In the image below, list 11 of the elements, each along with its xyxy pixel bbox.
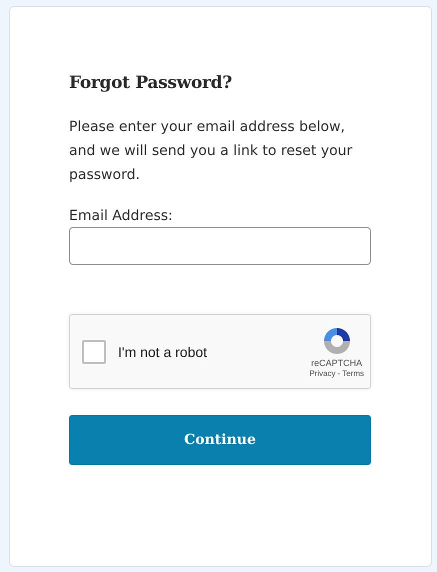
captcha-label: I'm not a robot bbox=[118, 344, 208, 360]
link-separator: - bbox=[338, 369, 340, 378]
page-title: Forgot Password? bbox=[69, 73, 233, 93]
continue-button[interactable]: Continue bbox=[69, 415, 371, 465]
captcha-brand: reCAPTCHA bbox=[311, 358, 362, 368]
email-field[interactable] bbox=[69, 227, 371, 265]
terms-link[interactable]: Terms bbox=[342, 369, 364, 378]
captcha-checkbox[interactable] bbox=[82, 340, 106, 364]
privacy-link[interactable]: Privacy bbox=[309, 369, 336, 378]
email-label: Email Address: bbox=[69, 207, 174, 225]
instructions-text: Please enter your email address below, and we will send you a link to reset your password. bbox=[69, 118, 354, 185]
